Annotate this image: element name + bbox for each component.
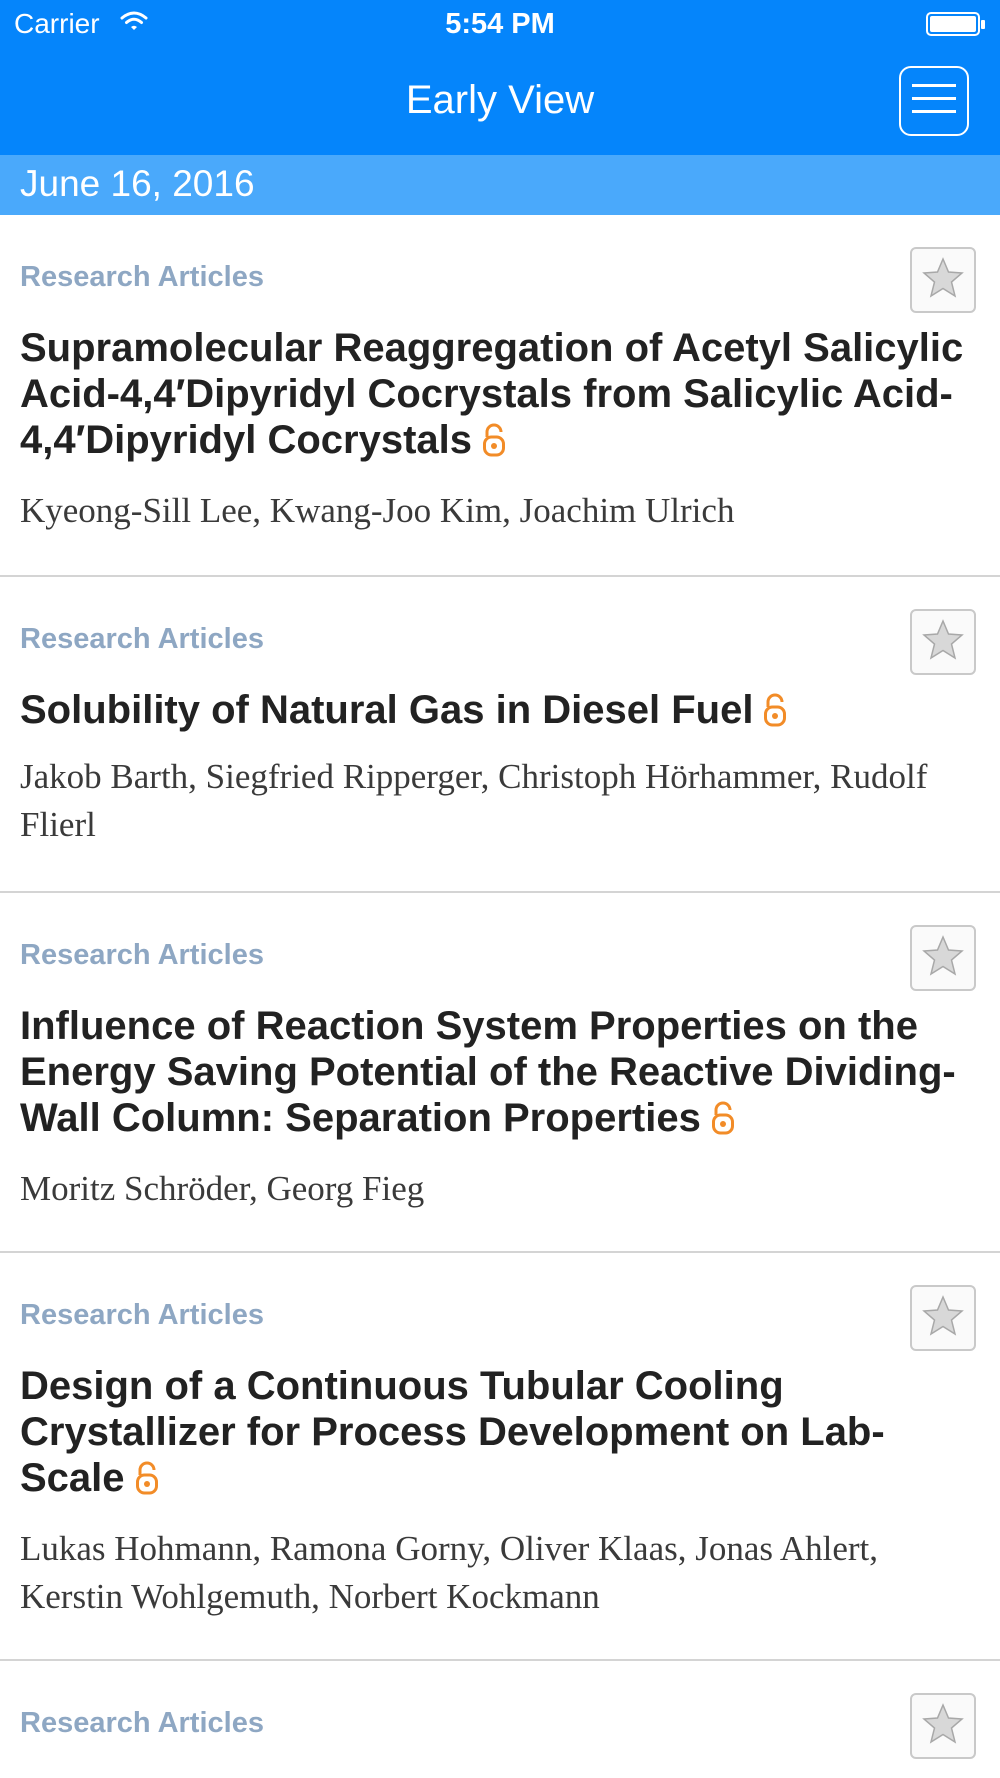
favorite-button[interactable] <box>910 609 976 675</box>
article-title-text: Solubility of Natural Gas in Diesel Fuel <box>20 688 754 732</box>
favorite-button[interactable] <box>910 925 976 991</box>
battery-icon <box>926 12 986 43</box>
star-icon <box>921 256 965 304</box>
article-authors: Jakob Barth, Siegfried Ripperger, Christ… <box>20 757 928 844</box>
article-authors: Moritz Schröder, Georg Fieg <box>20 1169 425 1208</box>
star-icon <box>921 1702 965 1750</box>
favorite-button[interactable] <box>910 247 976 313</box>
article-authors: Lukas Hohmann, Ramona Gorny, Oliver Klaa… <box>20 1529 878 1616</box>
article-item[interactable]: Research Articles Supramolecular Reaggre… <box>0 215 1000 577</box>
article-item[interactable]: Research Articles Solubility of Natural … <box>0 577 1000 893</box>
article-title[interactable]: Supramolecular Reaggregation of Acetyl S… <box>20 325 980 467</box>
article-item[interactable]: Research Articles Influence of Reaction … <box>0 893 1000 1253</box>
article-title[interactable]: Design of a Continuous Tubular Cooling C… <box>20 1363 980 1505</box>
open-access-lock-icon <box>711 1099 735 1145</box>
article-title[interactable]: Solubility of Natural Gas in Diesel Fuel <box>20 687 980 737</box>
star-icon <box>921 934 965 982</box>
navigation-bar: Carrier 5:54 PM Early View <box>0 0 1000 155</box>
article-category: Research Articles <box>20 623 264 655</box>
open-access-lock-icon <box>763 691 787 737</box>
favorite-button[interactable] <box>910 1693 976 1759</box>
open-access-lock-icon <box>482 421 506 467</box>
article-category: Research Articles <box>20 939 264 971</box>
article-title[interactable]: Influence of Reaction System Properties … <box>20 1003 980 1145</box>
menu-button[interactable] <box>899 66 969 136</box>
page-title: Early View <box>405 78 595 122</box>
star-icon <box>921 618 965 666</box>
article-item[interactable]: Research Articles <box>0 1661 1000 1778</box>
star-icon <box>921 1294 965 1342</box>
status-time: 5:54 PM <box>445 8 555 40</box>
date-label: June 16, 2016 <box>20 163 255 204</box>
article-title-text: Influence of Reaction System Properties … <box>20 1004 956 1140</box>
open-access-lock-icon <box>135 1459 159 1505</box>
article-category: Research Articles <box>20 1707 264 1739</box>
article-item[interactable]: Research Articles Design of a Continuous… <box>0 1253 1000 1661</box>
favorite-button[interactable] <box>910 1285 976 1351</box>
date-section-header: June 16, 2016 <box>0 155 1000 215</box>
article-category: Research Articles <box>20 261 264 293</box>
article-category: Research Articles <box>20 1299 264 1331</box>
hamburger-menu-icon <box>912 82 956 121</box>
article-authors: Kyeong-Sill Lee, Kwang-Joo Kim, Joachim … <box>20 491 735 530</box>
